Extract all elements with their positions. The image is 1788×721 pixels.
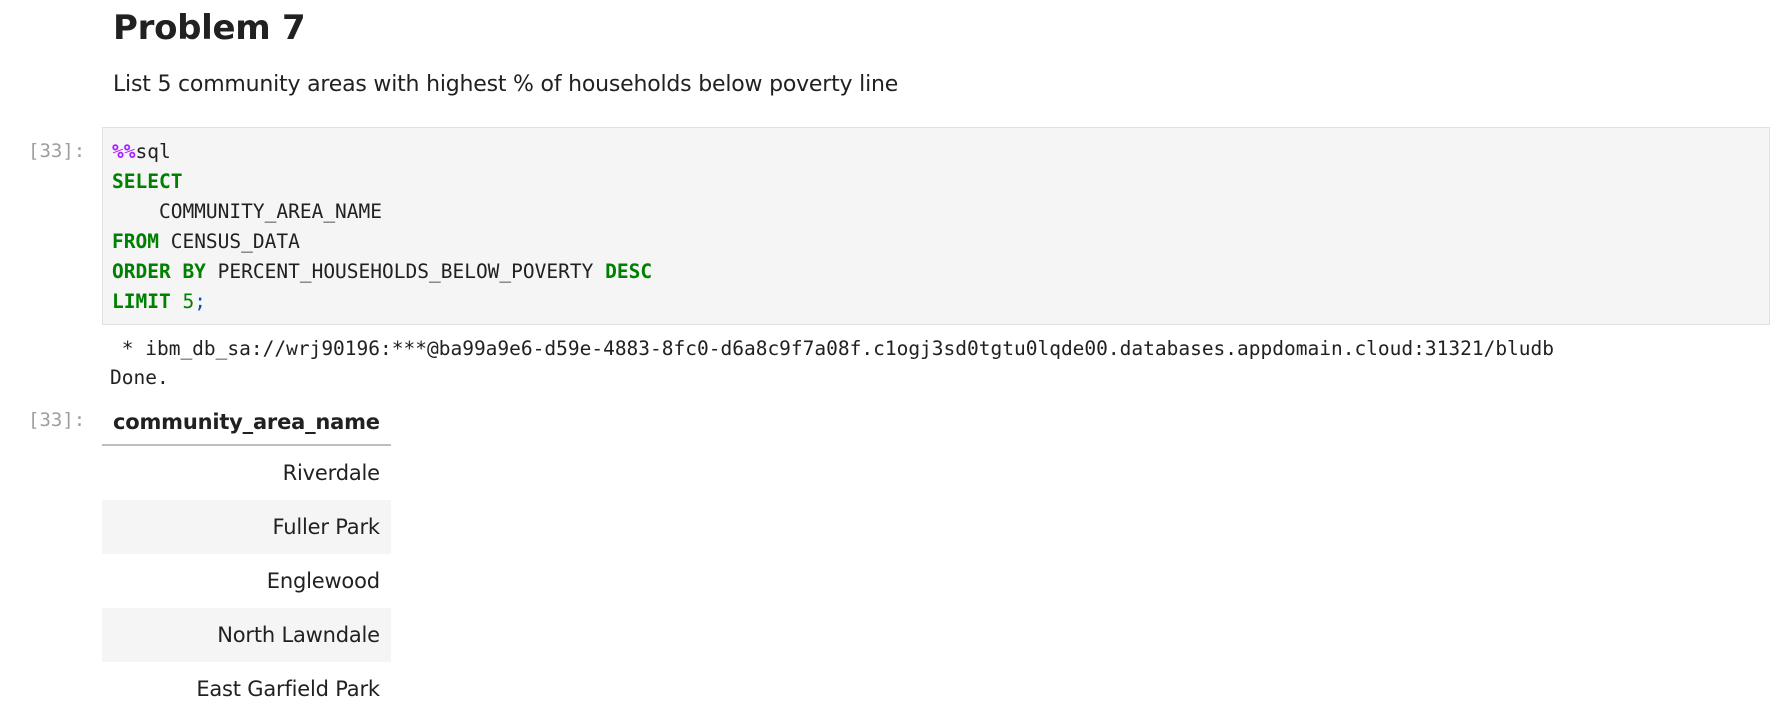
table-cell: Englewood <box>266 569 380 593</box>
limit-number: 5 <box>170 290 195 313</box>
code-line-6: LIMIT 5; <box>112 287 1759 317</box>
semicolon: ; <box>194 290 206 313</box>
keyword-desc: DESC <box>605 260 653 283</box>
code-line-1: %%sql <box>112 137 1759 167</box>
markdown-description: List 5 community areas with highest % of… <box>113 72 899 97</box>
connection-string: * ibm_db_sa://wrj90196:***@ba99a9e6-d59e… <box>110 337 1555 360</box>
table-cell: Riverdale <box>282 461 380 485</box>
magic-token: %% <box>112 140 136 163</box>
keyword-order-by: ORDER BY <box>112 260 206 283</box>
table-header-row: community_area_name <box>102 400 391 446</box>
output-prompt: [33]: <box>28 409 86 431</box>
table-row: Fuller Park <box>102 500 391 554</box>
table-row: East Garfield Park <box>102 662 391 716</box>
column-header: community_area_name <box>102 400 391 446</box>
keyword-limit: LIMIT <box>112 290 171 313</box>
code-line-2: SELECT <box>112 167 1759 197</box>
table-row: Englewood <box>102 554 391 608</box>
table-cell: East Garfield Park <box>196 677 380 701</box>
output-stream: * ibm_db_sa://wrj90196:***@ba99a9e6-d59e… <box>110 334 1554 392</box>
code-line-4: FROM CENSUS_DATA <box>112 227 1759 257</box>
table-cell: Fuller Park <box>102 500 391 554</box>
column-name: COMMUNITY_AREA_NAME <box>112 200 383 223</box>
code-line-3: COMMUNITY_AREA_NAME <box>112 197 1759 227</box>
code-line-5: ORDER BY PERCENT_HOUSEHOLDS_BELOW_POVERT… <box>112 257 1759 287</box>
keyword-select: SELECT <box>112 170 183 193</box>
status-text: Done. <box>110 366 169 389</box>
table-name: CENSUS_DATA <box>158 230 300 253</box>
order-column: PERCENT_HOUSEHOLDS_BELOW_POVERTY <box>205 260 606 283</box>
markdown-heading: Problem 7 <box>113 8 306 48</box>
keyword-from: FROM <box>112 230 159 253</box>
result-table: community_area_name Riverdale Fuller Par… <box>102 400 391 716</box>
code-editor[interactable]: %%sql SELECT COMMUNITY_AREA_NAME FROM CE… <box>102 127 1770 325</box>
magic-name: sql <box>135 140 171 163</box>
table-row: North Lawndale <box>102 608 391 662</box>
table-cell: North Lawndale <box>102 608 391 662</box>
input-prompt: [33]: <box>28 140 86 162</box>
table-row: Riverdale <box>102 445 391 500</box>
